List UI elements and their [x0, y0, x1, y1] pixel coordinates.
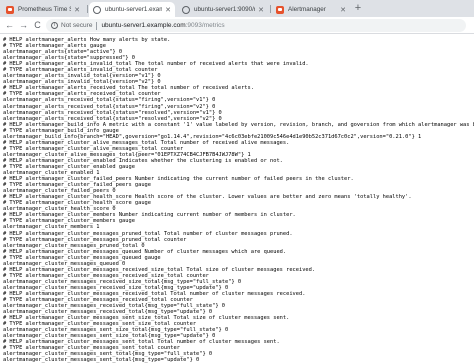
close-icon[interactable]: ✕	[74, 6, 80, 14]
tab-divider	[270, 5, 271, 13]
metric-line: # HELP alertmanager_build_info A metric …	[3, 121, 474, 128]
tab-alertmanager[interactable]: Alertmanager ✕	[272, 2, 350, 17]
tab-title: Prometheus Time Series Collecti	[18, 6, 71, 13]
close-icon[interactable]: ✕	[165, 6, 171, 14]
tab-title: ubuntu-server1:9090/metrics	[194, 6, 255, 13]
tab-strip: Prometheus Time Series Collecti ✕ ubuntu…	[0, 0, 474, 17]
forward-button[interactable]: →	[18, 20, 29, 31]
close-icon[interactable]: ✕	[340, 6, 346, 14]
tab-prometheus-metrics[interactable]: ubuntu-server1:9090/metrics ✕	[178, 2, 268, 17]
info-icon[interactable]: i	[51, 22, 58, 29]
tab-alertmanager-metrics[interactable]: ubuntu-server1.example.com:90 ✕	[89, 2, 175, 17]
address-bar[interactable]: i Not secure ubuntu-server1.example.com:…	[46, 19, 466, 32]
new-tab-button[interactable]: +	[352, 3, 364, 15]
reload-button[interactable]: C	[32, 20, 43, 31]
prometheus-icon	[6, 5, 14, 14]
metrics-text: # HELP alertmanager_alerts How many aler…	[0, 35, 474, 364]
security-status: Not secure	[61, 22, 93, 29]
back-button[interactable]: ←	[4, 20, 15, 31]
globe-icon	[93, 5, 101, 14]
address-divider	[96, 21, 98, 30]
browser-toolbar: ← → C i Not secure ubuntu-server1.exampl…	[0, 17, 474, 34]
metric-line: alertmanager_build_info{branch="HEAD",go…	[3, 133, 422, 140]
tab-divider	[87, 5, 88, 13]
tab-title: ubuntu-server1.example.com:90	[105, 6, 163, 13]
prometheus-icon	[276, 5, 284, 14]
url-host: ubuntu-server1.example.com	[101, 22, 186, 29]
tab-title: Alertmanager	[288, 6, 326, 13]
close-icon[interactable]: ✕	[258, 6, 264, 14]
tab-prometheus[interactable]: Prometheus Time Series Collecti ✕	[2, 2, 84, 17]
globe-icon	[182, 5, 190, 14]
url-path: :9093/metrics	[185, 22, 225, 29]
